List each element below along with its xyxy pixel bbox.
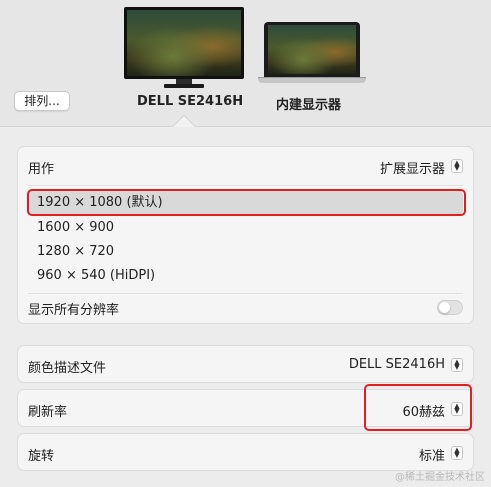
resolution-card: 用作 扩展显示器 ▲ ▼ 1920 × 1080 (默认) 1600 × 900 … (17, 146, 474, 324)
display-settings-panel: 用作 扩展显示器 ▲ ▼ 1920 × 1080 (默认) 1600 × 900 … (0, 127, 491, 487)
divider (28, 185, 463, 186)
display-label-dell[interactable]: DELL SE2416H (137, 94, 243, 109)
refresh-rate-label: 刷新率 (28, 405, 68, 420)
color-profile-card: 颜色描述文件 DELL SE2416H ▲ ▼ (17, 345, 474, 383)
show-all-resolutions-toggle[interactable] (437, 300, 463, 315)
watermark: @稀土掘金技术社区 (395, 472, 485, 483)
wallpaper-image (127, 10, 241, 76)
use-as-value[interactable]: 扩展显示器 (380, 158, 445, 177)
rotation-card: 旋转 标准 ▲ ▼ (17, 433, 474, 471)
toggle-knob (439, 302, 450, 313)
rotation-value[interactable]: 标准 (419, 445, 445, 464)
use-as-label: 用作 (28, 162, 55, 177)
rotation-label: 旋转 (28, 449, 55, 464)
wallpaper-image (268, 25, 356, 74)
laptop-base (258, 77, 366, 83)
up-down-chevron-icon[interactable]: ▲ ▼ (451, 159, 463, 173)
highlight-annotation (364, 384, 472, 431)
monitor-stand-base (164, 84, 204, 88)
highlight-annotation (27, 189, 466, 216)
resolution-item-960x540[interactable]: 960 × 540 (HiDPI) (28, 264, 463, 288)
laptop-screen (264, 22, 360, 77)
resolution-item-1600x900[interactable]: 1600 × 900 (28, 216, 463, 240)
resolution-item-1280x720[interactable]: 1280 × 720 (28, 240, 463, 264)
color-profile-value[interactable]: DELL SE2416H (349, 357, 445, 372)
use-as-row[interactable]: 用作 扩展显示器 ▲ ▼ (18, 147, 473, 185)
external-monitor-thumbnail[interactable] (124, 7, 244, 88)
up-down-chevron-icon[interactable]: ▲ ▼ (451, 446, 463, 460)
display-label-builtin[interactable]: 内建显示器 (276, 94, 341, 113)
up-down-chevron-icon[interactable]: ▲ ▼ (451, 358, 463, 372)
arrange-button[interactable]: 排列... (14, 91, 70, 111)
monitor-screen (124, 7, 244, 79)
color-profile-label: 颜色描述文件 (28, 361, 107, 376)
builtin-display-thumbnail[interactable] (258, 22, 366, 84)
show-all-resolutions-row: 显示所有分辨率 (18, 287, 473, 325)
displays-header: 排列... DELL SE2416H 内建显示器 (0, 0, 491, 138)
show-all-resolutions-label: 显示所有分辨率 (28, 303, 120, 318)
